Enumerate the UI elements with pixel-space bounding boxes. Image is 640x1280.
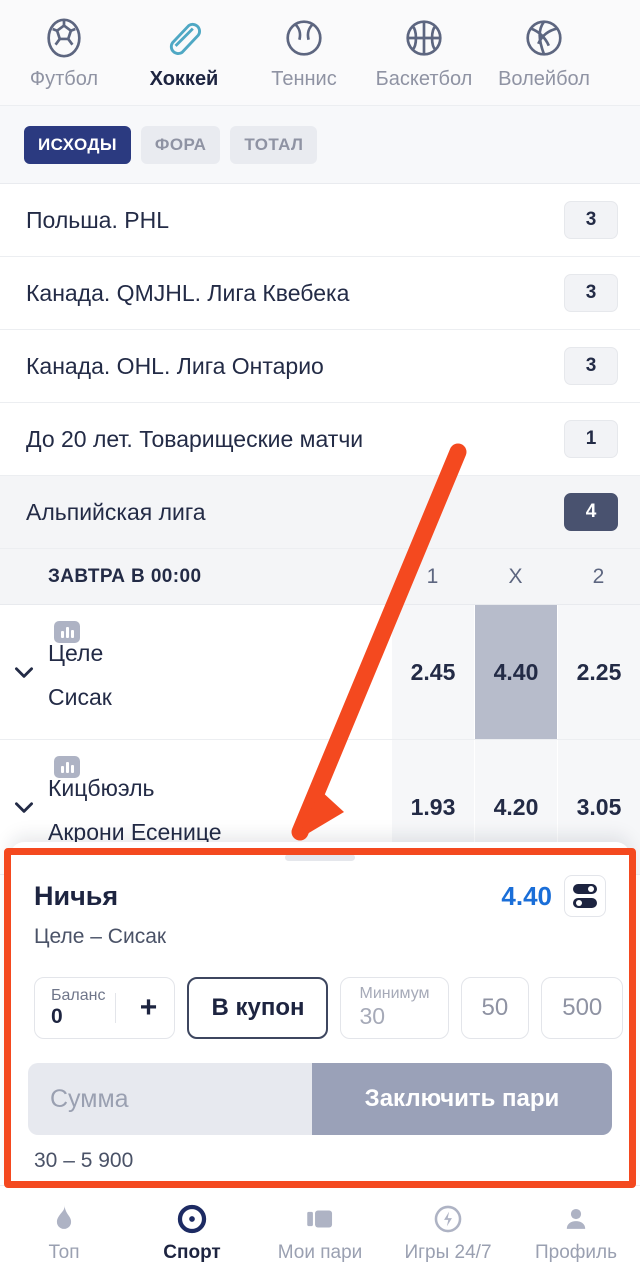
league-row[interactable]: Канада. OHL. Лига Онтарио 3 (0, 330, 640, 403)
sport-tab-label: Волейбол (498, 68, 590, 90)
filter-chip-outcomes[interactable]: ИСХОДЫ (24, 125, 131, 164)
ticket-icon (307, 1210, 333, 1228)
sport-tab-tennis[interactable]: Теннис (244, 12, 364, 105)
odd-button-2[interactable]: 2.25 (557, 605, 640, 739)
league-list: Польша. PHL 3 Канада. QMJHL. Лига Квебек… (0, 184, 640, 549)
drag-handle[interactable] (285, 854, 355, 861)
bet-odds-value: 4.40 (501, 880, 552, 911)
odd-button-x[interactable]: 4.40 (474, 605, 557, 739)
league-count-badge: 3 (564, 201, 618, 239)
app-root: Футбол Хоккей Теннис Баскетбол Волейбол … (0, 0, 640, 1280)
minimum-label: Минимум (359, 985, 430, 1003)
league-count-badge: 4 (564, 493, 618, 531)
minimum-value: 30 (359, 1003, 386, 1029)
match-info[interactable]: Целе Сисак (0, 605, 391, 739)
balance-value: 0 (51, 1005, 63, 1029)
sport-tab-basketball[interactable]: Баскетбол (364, 12, 484, 105)
quick-amount-500[interactable]: 500 (541, 977, 624, 1039)
stake-range-hint: 30 – 5 900 (34, 1149, 134, 1172)
filter-chip-handicap[interactable]: ФОРА (140, 125, 221, 164)
sport-tab-label: Хоккей (149, 68, 219, 90)
statistics-icon[interactable] (54, 756, 80, 778)
league-row[interactable]: Польша. PHL 3 (0, 184, 640, 257)
league-count-badge: 1 (564, 420, 618, 458)
bet-slip-panel: Ничья 4.40 Целе – Сисак Баланс 0 + В куп… (10, 842, 630, 1185)
statistics-icon[interactable] (54, 621, 80, 643)
nav-label: Мои пари (277, 1242, 363, 1263)
league-count-badge: 3 (564, 347, 618, 385)
minimum-chip[interactable]: Минимум 30 (340, 977, 449, 1039)
nav-label: Игры 24/7 (404, 1242, 492, 1263)
add-to-coupon-button[interactable]: В купон (187, 977, 329, 1039)
nav-item-my-bets[interactable]: Мои пари (256, 1202, 384, 1264)
target-icon (177, 1204, 207, 1234)
balance-text: Баланс 0 (51, 987, 105, 1030)
league-count-badge: 3 (564, 274, 618, 312)
bet-slip-header: Ничья 4.40 (10, 875, 630, 917)
person-icon (566, 1208, 586, 1229)
odds-column-1: 1 (426, 564, 439, 588)
bet-selection-title: Ничья (34, 880, 119, 911)
nav-label: Топ (48, 1242, 80, 1263)
nav-label: Спорт (163, 1242, 221, 1263)
league-name: Канада. QMJHL. Лига Квебека (26, 279, 350, 306)
sport-tab-hockey[interactable]: Хоккей (124, 12, 244, 105)
add-funds-button[interactable]: + (126, 991, 170, 1025)
odds-cells: 2.45 4.40 2.25 (391, 605, 640, 739)
league-name: Польша. PHL (26, 206, 169, 233)
stake-input[interactable]: Сумма (28, 1063, 312, 1135)
hockey-puck-icon (161, 12, 207, 64)
match-row: Целе Сисак 2.45 4.40 2.25 (0, 605, 640, 740)
divider (115, 993, 117, 1023)
nav-item-sport[interactable]: Спорт (128, 1202, 256, 1264)
league-name: Канада. OHL. Лига Онтарио (26, 352, 324, 379)
volleyball-icon (521, 12, 567, 64)
market-filters: ИСХОДЫ ФОРА ТОТАЛ (0, 106, 640, 184)
balance-label: Баланс (51, 986, 106, 1004)
nav-item-top[interactable]: Топ (0, 1202, 128, 1264)
tennis-ball-icon (281, 12, 327, 64)
sport-tab-volleyball[interactable]: Волейбол (484, 12, 604, 105)
odd-button-1[interactable]: 2.45 (391, 605, 474, 739)
lightning-icon (434, 1205, 462, 1233)
bet-slip-header-right: 4.40 (501, 875, 606, 917)
nav-label: Профиль (534, 1242, 618, 1263)
sport-tab-label: Теннис (271, 68, 337, 90)
odds-column-2: 2 (592, 564, 605, 588)
league-row[interactable]: До 20 лет. Товарищеские матчи 1 (0, 403, 640, 476)
league-row-expanded[interactable]: Альпийская лига 4 (0, 476, 640, 549)
odds-column-x: X (508, 564, 523, 588)
soccer-ball-icon (41, 12, 87, 64)
quick-amount-50[interactable]: 50 (460, 977, 530, 1039)
nav-item-profile[interactable]: Профиль (512, 1202, 640, 1264)
place-bet-button[interactable]: Заключить пари (312, 1063, 612, 1135)
balance-chip[interactable]: Баланс 0 + (34, 977, 176, 1039)
match-time-label: ЗАВТРА В 00:00 (48, 565, 202, 587)
sports-nav[interactable]: Футбол Хоккей Теннис Баскетбол Волейбол (0, 0, 640, 106)
nav-item-games[interactable]: Игры 24/7 (384, 1202, 512, 1264)
league-name: До 20 лет. Товарищеские матчи (26, 425, 364, 452)
flame-icon (56, 1204, 72, 1229)
bet-slip-chips: Баланс 0 + В купон Минимум 30 50 500 1 0… (10, 949, 630, 1045)
sport-tab-next[interactable]: Н (604, 12, 640, 105)
league-row[interactable]: Канада. QMJHL. Лига Квебека 3 (0, 257, 640, 330)
odds-header-row: ЗАВТРА В 00:00 1 X 2 (0, 549, 640, 605)
chevron-down-icon[interactable] (0, 605, 48, 739)
sport-tab-football[interactable]: Футбол (4, 12, 124, 105)
league-name: Альпийская лига (26, 498, 206, 525)
stake-row: Сумма Заключить пари (28, 1063, 612, 1135)
basketball-icon (401, 12, 447, 64)
sport-tab-label: Футбол (29, 68, 99, 90)
filter-chip-total[interactable]: ТОТАЛ (230, 125, 318, 164)
away-team: Сисак (48, 684, 112, 710)
sport-tab-label: Баскетбол (375, 68, 473, 90)
bet-match-name: Целе – Сисак (34, 925, 167, 948)
bottom-nav: Топ Спорт Мои пари Игры 24/7 Профиль (0, 1185, 640, 1280)
bet-settings-icon[interactable] (564, 875, 606, 917)
